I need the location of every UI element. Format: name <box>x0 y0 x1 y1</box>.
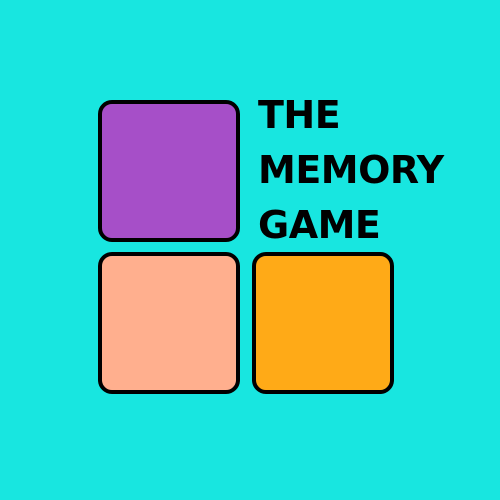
memory-game-logo: THE MEMORY GAME <box>0 0 500 500</box>
game-title: THE MEMORY GAME <box>258 88 488 253</box>
title-line-game: GAME <box>258 203 381 247</box>
peach-card <box>98 252 240 394</box>
title-line-the: THE <box>258 93 341 137</box>
orange-card <box>252 252 394 394</box>
purple-card <box>98 100 240 242</box>
title-line-memory: MEMORY <box>258 148 444 192</box>
